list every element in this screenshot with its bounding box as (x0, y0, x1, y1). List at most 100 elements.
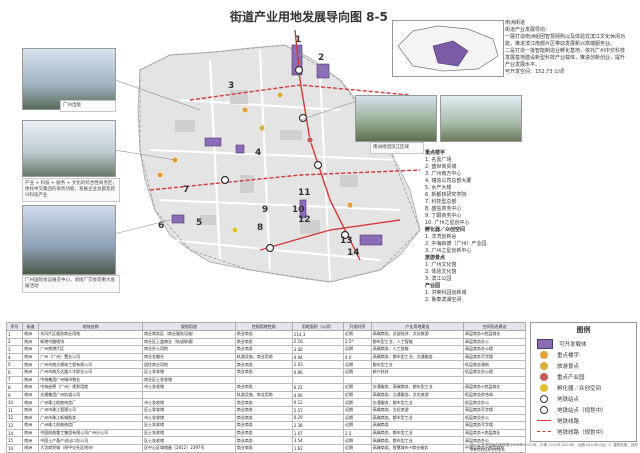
table-header-cell: 空间形态建议 (462, 322, 527, 331)
table-cell: 15 (5, 436, 24, 445)
group1-title: 重点楼宇 (425, 150, 446, 156)
table-cell: 远期 (343, 436, 372, 445)
table-cell: 2.16 (291, 337, 345, 347)
locator-map (392, 20, 504, 77)
plot-number-9: 9 (262, 205, 268, 215)
table-cell: 商业商务 (234, 405, 293, 415)
table-row: 5 南洲 广州市南方建筑工程有限公司 居住商业用地 商业商务 1.03 远期 都市型工业 低层商… (5, 360, 527, 369)
list-item: 8. 盛信商务中心 (425, 206, 462, 212)
table-cell: 高端商务、交通服务、文化旅游 (370, 390, 464, 400)
list-item: 1. 名嘉广场 (425, 157, 452, 163)
table-cell: 低层商业建筑 (462, 360, 527, 369)
legend-item: 重点楼宇 (531, 349, 636, 360)
plot-number-13: 13 (340, 236, 353, 246)
table-cell: 高层商务+底层商业 (462, 383, 527, 392)
table-cell: 16 (5, 443, 24, 453)
table-cell: 10 (5, 398, 24, 407)
table-cell: 2.5* (343, 337, 372, 347)
table-cell: 广州南港片区 (38, 345, 144, 354)
table-header-cell: 规划用途 (142, 322, 236, 331)
legend-item: 地铁站点 (531, 393, 636, 404)
table-cell: 交通服务、高端商务、都市型工业 (370, 383, 464, 392)
table-cell: 高层商务写字楼 (462, 405, 527, 415)
table-row: 7 南洲 中海集团广州城市物业 商业区土发收储 (5, 375, 527, 385)
legend-dash-icon (537, 431, 551, 432)
legend-item: 孵化器／众创空间 (531, 382, 636, 393)
table-cell (462, 375, 527, 385)
table-header-cell: 开发时序 (343, 322, 372, 331)
list-item: 1. 洋湾创新谷 (425, 234, 457, 240)
table-cell: 南洲 (22, 352, 40, 362)
list-item: 3. 滨江公园 (425, 276, 452, 282)
table-cell: 3 (5, 345, 24, 354)
legend-label: 地铁线路（规划中） (557, 429, 607, 436)
plot-number-3: 3 (228, 81, 234, 91)
legend-dot-icon (540, 383, 548, 392)
table-cell: 广州市珠江新城船务 (38, 413, 144, 423)
table-cell: 远期 (343, 413, 372, 423)
group3-title: 旅游景点 (425, 255, 446, 261)
table-cell: 6.21 (291, 383, 345, 392)
table-cell: 商业办公用地 (142, 345, 236, 354)
table-cell: 11 (5, 405, 24, 415)
table-cell: 东风片区服务商业用地 (38, 330, 144, 339)
group2-title: 孵化器／众创空间 (425, 227, 466, 233)
table-row: 6 南洲 广州市南方达路人才职业公司 区土发收储 商业商务 0.96 远期 新兴科技 低层商业办… (5, 367, 527, 377)
table-row: 10 南洲 广州珠江船舶修造厂 市土发收储 商业商务 0.12 远期 交通服务、都市型工业 低层… (5, 398, 527, 407)
plot-number-11: 11 (298, 188, 311, 198)
table-cell: 0.29 (291, 413, 345, 423)
table-cell: 广州市南方达路人才职业公司 (38, 367, 144, 377)
table-cell: 商业商务 (234, 345, 293, 354)
photo-riverside-1 (355, 95, 437, 142)
position-text-2: 二是打造一批智能制造业孵化基地，依托广州中交科技发展基地建设新型科技产业载体，推… (505, 48, 626, 68)
table-cell: 广州市珠江管理公司 (38, 405, 144, 415)
table-cell: 高层商务写字楼 (462, 352, 527, 362)
table-cell: 低层商业办公楼 (462, 367, 527, 377)
legend-dot-icon (540, 350, 548, 359)
table-cell: 南洲 (22, 383, 40, 392)
table-cell (291, 375, 345, 385)
legend-label: 旅游景点 (557, 363, 580, 370)
table-cell: 市土发收储 (142, 398, 236, 407)
table-cell: 广州（广州）置业公司 (38, 352, 144, 362)
group4-title: 产业园 (425, 283, 441, 289)
info-panel: 南洲街道 街道产业发展导向： 一展打造南洲组团智慧网购以及体验式滨江文化休闲功能… (505, 20, 625, 76)
table-cell: 大功商贸城（原中交社区地块） (38, 443, 144, 453)
table-cell: 商业区上盖物业（轨道联通） (142, 337, 236, 347)
plot-number-7: 7 (183, 185, 189, 195)
legend: 图例 可开发载体 重点楼宇 旅游景点 重点产业园 孵化器／众创空间 地铁站点 地铁站点（规划… (530, 322, 637, 442)
table-cell: 近期 (343, 390, 372, 400)
legend-label: 地铁站点（规划中） (557, 407, 607, 414)
legend-item: 旅游景点 (531, 360, 636, 371)
table-body: 1 南洲 东风片区服务商业用地 商业商务区（商业服务设施） 商业商务 114.3 近期 高端商… (5, 330, 527, 453)
legend-label: 地铁站点 (557, 396, 580, 403)
table-cell: 5 (5, 360, 24, 369)
legend-item: 重点产业园 (531, 371, 636, 382)
table-cell: 远期 (343, 405, 372, 415)
table-cell: 南洲 (22, 375, 40, 385)
table-cell: 中国船舶重工集团有限公司广州分公司 (38, 428, 144, 438)
table-cell: 交通服务、都市型工业 (370, 398, 464, 407)
list-item: 3. 广州之星创新中心 (425, 248, 472, 254)
table-cell: 区土发收储 (142, 421, 236, 430)
table-cell: 居住商业用地 (142, 360, 236, 369)
table-cell: 高层商务+底层商业 (462, 330, 527, 339)
table-cell: 商业区土发收储 (142, 375, 236, 385)
table-cell: 南洲 (22, 360, 40, 369)
callout-4: 南洲组团滨江区域 (370, 142, 424, 154)
table-cell: 高端商务、智慧城市+商业服务 (370, 443, 464, 453)
table-cell: 114.3 (291, 330, 345, 339)
table-cell: 2.5 (343, 428, 372, 438)
table-cell: 8 (5, 383, 24, 392)
table-header-cell: 地块名称 (38, 322, 144, 331)
table-cell: 中海启德（广州）规划用地 (38, 383, 144, 392)
position-heading: 街道产业发展导向： (505, 27, 551, 33)
photo-riverside-2 (440, 95, 522, 142)
table-cell: 远期 (343, 398, 372, 407)
table-cell: 广州珠江船舶修造厂 (38, 398, 144, 407)
list-item: 9. 丁酮商务中心 (425, 213, 462, 219)
table-cell: 区土发收储 (142, 405, 236, 415)
legend-item: 可开发载体 (531, 338, 636, 349)
table-cell: 南洲 (22, 443, 40, 453)
callout-2: 产业 + 科技 + 服务 + 文化的综合性商务区，依托中交集团的商务功能，发展企… (22, 178, 120, 202)
